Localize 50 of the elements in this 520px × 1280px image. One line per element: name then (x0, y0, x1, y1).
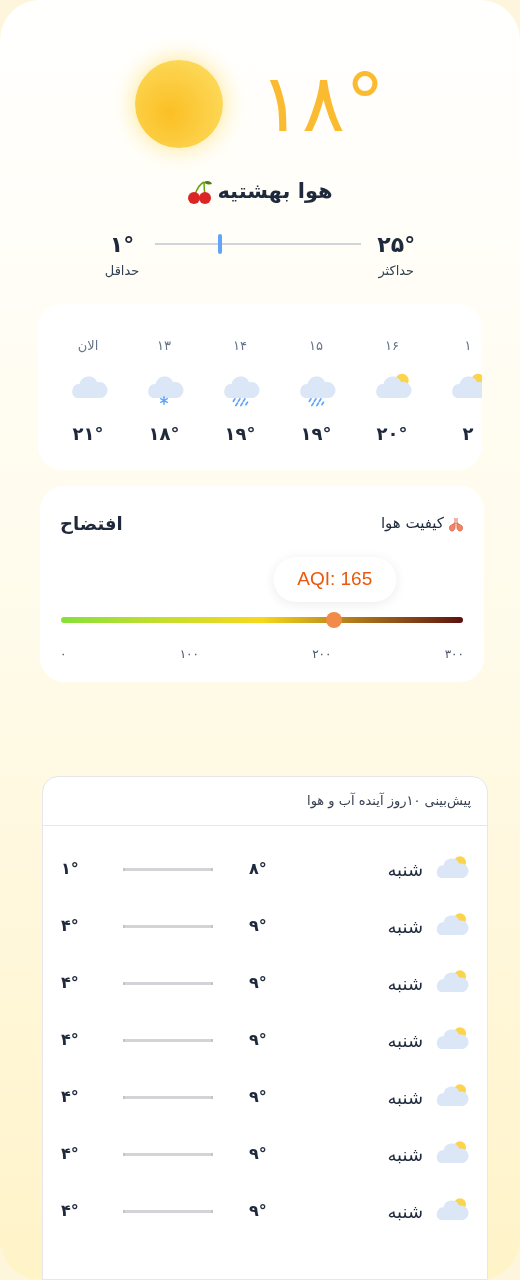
condition-text: هوا بهشتیه (217, 178, 333, 205)
hour-temperature: ۲۱° (72, 422, 104, 446)
hour-label: ۱۳ (157, 337, 171, 355)
day-name: شنبه (387, 1142, 423, 1167)
cherry-icon (187, 178, 214, 205)
max-temperature: ۹° (249, 1029, 267, 1051)
hour-temperature: ۱۹° (224, 422, 256, 446)
current-temperature: ۱۸° (259, 64, 385, 144)
min-label: حداقل (104, 261, 140, 280)
sun-icon (135, 60, 224, 148)
max-temperature: ۹° (249, 1200, 267, 1222)
day-name: شنبه (387, 857, 423, 882)
max-temperature: ۸° (249, 858, 267, 880)
day-name: شنبه (387, 971, 423, 996)
min-temperature: ۴° (61, 1143, 80, 1165)
hour-temperature: ۲۰° (376, 422, 408, 446)
day-name: شنبه (387, 1085, 423, 1110)
day-name: شنبه (387, 914, 423, 939)
min-temperature: ۴° (61, 1029, 80, 1051)
min-temperature: ۴° (61, 915, 80, 937)
air-quality-title: کیفیت هوا (380, 513, 444, 535)
min-temperature: ۴° (61, 972, 80, 994)
day-name: شنبه (387, 1199, 423, 1224)
lungs-icon (448, 515, 464, 532)
scale-tick: ۳۰۰ (444, 646, 464, 663)
day-name: شنبه (387, 1028, 423, 1053)
max-temperature: ۲۵° (377, 230, 416, 259)
forecast-title: پیش‌بینی ۱۰روز آینده آب و هوا (307, 791, 471, 811)
max-temperature: ۹° (249, 972, 267, 994)
hour-label: الان (77, 337, 99, 355)
scale-tick: ۱۰۰ (179, 646, 199, 663)
max-temperature: ۹° (249, 1143, 267, 1165)
hour-label: ۱۴ (233, 337, 247, 355)
min-temperature: ۴° (61, 1200, 80, 1222)
hour-temperature: ۱۹° (300, 422, 332, 446)
hour-temperature: ۱۸° (148, 422, 180, 446)
max-temperature: ۹° (249, 1086, 267, 1108)
scale-tick: ۰ (60, 646, 67, 663)
min-temperature: ۱° (109, 230, 135, 259)
hour-label: ۱۶ (385, 337, 399, 355)
min-temperature: ۴° (61, 1086, 80, 1108)
hour-temperature: ۲ (462, 422, 474, 446)
max-temperature: ۹° (249, 915, 267, 937)
air-quality-status: افتضاح (60, 512, 123, 536)
hour-label: ۱۵ (309, 337, 323, 355)
aqi-reading: AQI: 165 (273, 557, 397, 602)
scale-tick: ۲۰۰ (312, 646, 332, 663)
hour-label: ۱ (464, 337, 472, 355)
max-label: حداکثر (378, 261, 415, 280)
min-temperature: ۱° (61, 858, 80, 880)
